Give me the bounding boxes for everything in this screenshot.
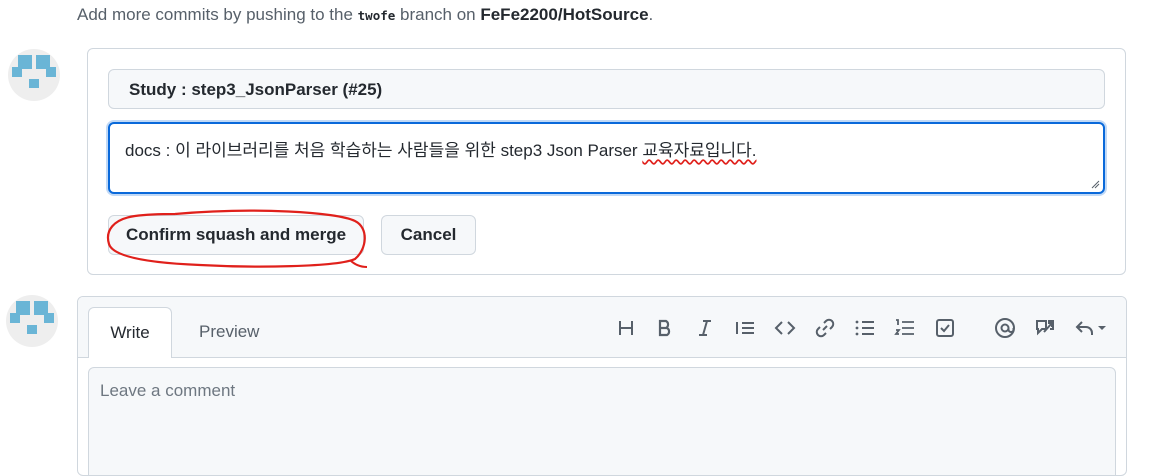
tab-write[interactable]: Write — [88, 307, 172, 358]
avatar[interactable] — [8, 49, 60, 101]
commit-title-input[interactable]: Study : step3_JsonParser (#25) — [108, 69, 1105, 109]
italic-icon[interactable] — [694, 317, 716, 339]
quote-icon[interactable] — [734, 317, 756, 339]
hint-text: Add more commits by pushing to the — [77, 5, 358, 24]
avatar[interactable] — [6, 295, 58, 347]
unordered-list-icon[interactable] — [854, 317, 876, 339]
ordered-list-icon[interactable] — [894, 317, 916, 339]
editor-tabbar: Write Preview — [78, 297, 1126, 358]
comment-editor: Write Preview Leave a comment — [77, 296, 1127, 476]
mention-icon[interactable] — [994, 317, 1016, 339]
resize-handle-icon[interactable] — [1091, 180, 1100, 189]
commit-message-input[interactable]: docs : 이 라이브러리를 처음 학습하는 사람들을 위한 step3 Js… — [108, 122, 1105, 194]
branch-name: twofe — [357, 8, 396, 23]
merge-form: Study : step3_JsonParser (#25) docs : 이 … — [87, 48, 1126, 275]
merge-hint: Add more commits by pushing to the twofe… — [77, 5, 653, 25]
commit-message-text: docs : 이 라이브러리를 처음 학습하는 사람들을 위한 step3 Js… — [125, 141, 643, 160]
bold-icon[interactable] — [654, 317, 676, 339]
hint-text: branch on — [395, 5, 481, 24]
hint-text: . — [648, 5, 654, 24]
task-list-icon[interactable] — [934, 317, 956, 339]
code-icon[interactable] — [774, 317, 796, 339]
link-icon[interactable] — [814, 317, 836, 339]
repo-link[interactable]: FeFe2200/HotSource — [480, 5, 648, 24]
reference-icon[interactable] — [1034, 317, 1056, 339]
reply-icon[interactable] — [1074, 317, 1110, 339]
cancel-button[interactable]: Cancel — [381, 215, 476, 255]
confirm-squash-merge-button[interactable]: Confirm squash and merge — [108, 215, 364, 255]
heading-icon[interactable] — [615, 317, 637, 339]
tab-preview[interactable]: Preview — [199, 307, 259, 358]
spellcheck-flagged-text: 교육자료입니다. — [642, 141, 757, 160]
